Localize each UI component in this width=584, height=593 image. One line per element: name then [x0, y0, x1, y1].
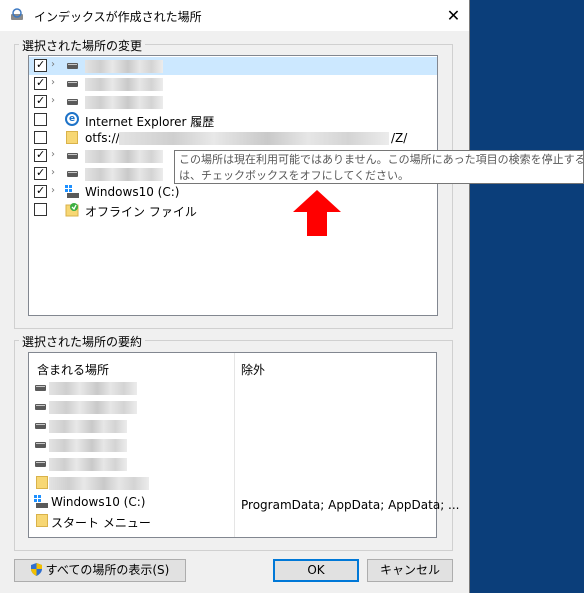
location-row[interactable]: ✓ ›	[29, 93, 437, 111]
drive-icon	[67, 171, 78, 177]
location-checkbox[interactable]: ✓	[34, 148, 47, 162]
windows-drive-icon	[65, 185, 79, 198]
drive-icon	[35, 442, 46, 448]
location-checkbox[interactable]: ✓	[34, 58, 47, 72]
drive-icon	[35, 461, 46, 467]
window-title: インデックスが作成された場所	[34, 10, 202, 24]
drive-icon	[67, 153, 78, 159]
excluded-header: 除外	[241, 363, 266, 377]
drive-icon	[35, 423, 46, 429]
checkmark-icon: ✓	[36, 166, 46, 179]
title-bar: インデックスが作成された場所 ✕	[0, 0, 469, 31]
location-checkbox[interactable]: ✓	[34, 184, 47, 198]
drive-icon	[67, 99, 78, 105]
included-location-row	[29, 436, 234, 454]
close-icon: ✕	[446, 6, 461, 25]
checkmark-icon: ✓	[36, 184, 46, 197]
summary-label: 選択された場所の要約	[19, 333, 146, 350]
location-label: オフライン ファイル	[85, 205, 197, 219]
included-location-row: Windows10 (C:)	[29, 493, 234, 511]
location-label: Internet Explorer 履歴	[85, 115, 215, 129]
location-row[interactable]: オフライン ファイル	[29, 201, 437, 219]
ok-button[interactable]: OK	[273, 559, 359, 582]
included-location-row	[29, 455, 234, 473]
folder-icon	[66, 131, 78, 144]
offline-files-icon	[65, 203, 79, 217]
location-checkbox[interactable]	[34, 131, 47, 144]
location-row[interactable]: otfs:// /Z/	[29, 129, 437, 147]
location-checkbox[interactable]: ✓	[34, 94, 47, 108]
location-row[interactable]: ✓ ›	[29, 75, 437, 93]
location-checkbox[interactable]: ✓	[34, 76, 47, 90]
redacted-path	[49, 420, 127, 433]
tooltip-line-2: は、チェックボックスをオフにしてください。	[179, 169, 410, 182]
folder-icon	[36, 476, 48, 489]
location-checkbox[interactable]	[34, 113, 47, 126]
included-location-row: スタート メニュー	[29, 512, 234, 530]
cancel-button[interactable]: キャンセル	[367, 559, 453, 582]
redacted-path	[85, 150, 163, 163]
show-all-locations-button[interactable]: すべての場所の表示(S)	[14, 559, 186, 582]
checkmark-icon: ✓	[36, 148, 46, 161]
shield-icon	[30, 563, 42, 576]
location-suffix: /Z/	[391, 131, 408, 145]
drive-icon	[67, 81, 78, 87]
cancel-label: キャンセル	[379, 563, 440, 577]
checkmark-icon: ✓	[36, 58, 46, 71]
drive-icon	[67, 63, 78, 69]
included-location-row	[29, 474, 234, 492]
included-location-row	[29, 379, 234, 397]
drive-icon	[35, 404, 46, 410]
change-locations-label: 選択された場所の変更	[19, 37, 146, 54]
included-location-label: スタート メニュー	[51, 516, 151, 530]
redacted-path	[49, 477, 149, 490]
column-divider	[234, 353, 235, 537]
summary-list[interactable]: 含まれる場所 除外 Windows10 (C:) スタート メニュー Progra…	[28, 352, 460, 538]
drive-icon	[35, 385, 46, 391]
redacted-path	[49, 458, 127, 471]
redacted-path	[85, 78, 163, 91]
expand-chevron-icon[interactable]: ›	[51, 77, 55, 88]
red-up-arrow-annotation	[293, 190, 341, 236]
expand-chevron-icon[interactable]: ›	[51, 167, 55, 178]
location-row[interactable]: ✓ › Windows10 (C:)	[29, 183, 437, 201]
indexing-options-icon	[11, 8, 23, 20]
included-location-row	[29, 417, 234, 435]
redacted-path	[49, 401, 137, 414]
unavailable-location-tooltip: この場所は現在利用可能ではありません。この場所にあった項目の検索を停止するに は…	[174, 150, 584, 184]
excluded-windows: ProgramData; AppData; AppData; ...	[241, 498, 460, 512]
location-row[interactable]: e Internet Explorer 履歴	[29, 111, 437, 129]
redacted-path	[119, 132, 389, 145]
ok-label: OK	[307, 563, 325, 577]
checkmark-icon: ✓	[36, 94, 46, 107]
location-checkbox[interactable]: ✓	[34, 166, 47, 180]
location-row[interactable]: ✓ ›	[29, 57, 437, 75]
redacted-path	[85, 60, 163, 73]
folder-icon	[36, 514, 48, 527]
location-checkbox[interactable]	[34, 203, 47, 216]
included-header: 含まれる場所	[37, 363, 110, 377]
close-button[interactable]: ✕	[438, 0, 469, 31]
expand-chevron-icon[interactable]: ›	[51, 95, 55, 106]
redacted-path	[49, 439, 127, 452]
show-all-label: すべての場所の表示(S)	[45, 563, 170, 577]
redacted-path	[49, 382, 137, 395]
expand-chevron-icon[interactable]: ›	[51, 59, 55, 70]
tooltip-line-1: この場所は現在利用可能ではありません。この場所にあった項目の検索を停止するに	[179, 153, 584, 166]
locations-tree[interactable]: ✓ › ✓ › ✓ › e Internet Explorer 履歴 otfs:///Z/✓ › ✓…	[28, 55, 438, 316]
expand-chevron-icon[interactable]: ›	[51, 149, 55, 160]
expand-chevron-icon[interactable]: ›	[51, 185, 55, 196]
windows-drive-icon	[34, 495, 48, 508]
included-location-row	[29, 398, 234, 416]
redacted-path	[85, 96, 163, 109]
ie-icon: e	[65, 112, 79, 126]
checkmark-icon: ✓	[36, 76, 46, 89]
location-label: otfs://	[85, 131, 120, 145]
redacted-path	[85, 168, 163, 181]
included-location-label: Windows10 (C:)	[51, 495, 146, 509]
location-label: Windows10 (C:)	[85, 185, 180, 199]
indexed-locations-dialog: インデックスが作成された場所 ✕ 選択された場所の変更 ✓ › ✓ › ✓ › e Inter…	[0, 0, 470, 593]
